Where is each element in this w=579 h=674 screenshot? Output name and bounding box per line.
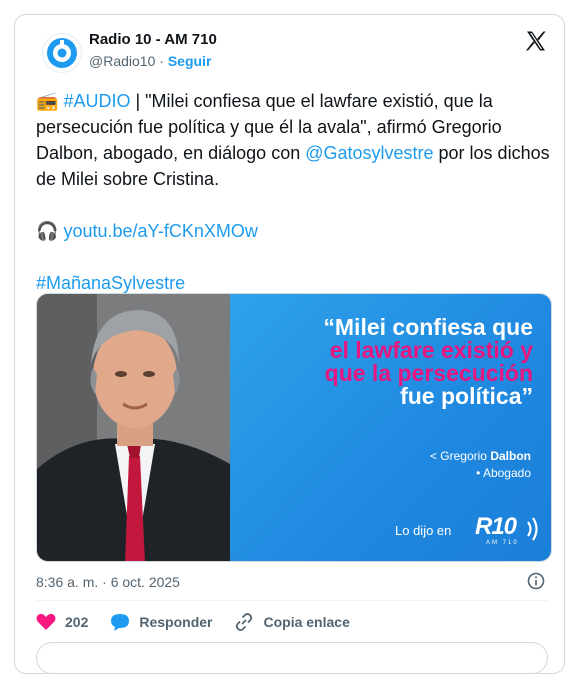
account-handle[interactable]: @Radio10 xyxy=(89,53,155,69)
tweet-text: 📻 #AUDIO | "Milei confiesa que el lawfar… xyxy=(36,88,551,296)
copy-link-button[interactable]: Copia enlace xyxy=(234,612,350,632)
author-surname: Dalbon xyxy=(490,449,531,463)
reply-label: Responder xyxy=(139,614,213,630)
tweet-timestamp[interactable]: 8:36 a. m. · 6 oct. 2025 xyxy=(36,574,180,590)
copy-link-label: Copia enlace xyxy=(263,614,350,630)
quote-line-2: el lawfare existió y xyxy=(329,337,533,363)
headphones-emoji-icon: 🎧 xyxy=(36,221,59,241)
r10-logo-sub: AM 710 xyxy=(486,540,519,546)
broadcast-waves-icon xyxy=(527,517,538,541)
r10-logo: R10 xyxy=(475,513,517,540)
action-bar: 202 Responder Copia enlace xyxy=(36,612,372,632)
quote-text: “Milei confiesa que el lawfare existió y… xyxy=(243,316,533,408)
link-icon xyxy=(236,613,253,631)
read-more-button[interactable] xyxy=(36,642,548,674)
mention-gatosylvestre[interactable]: @Gatosylvestre xyxy=(305,143,433,163)
avatar[interactable] xyxy=(42,33,82,73)
quote-line-3: que la persecución xyxy=(324,360,533,386)
tweet-card: Radio 10 - AM 710 @Radio10 · Seguir 📻 #A… xyxy=(14,14,565,674)
reply-bubble-icon xyxy=(111,614,130,631)
author-prefix: < Gregorio xyxy=(429,449,491,463)
radio-emoji-icon: 📻 xyxy=(36,91,59,111)
tweet-paragraph-1: 📻 #AUDIO | "Milei confiesa que el lawfar… xyxy=(36,88,551,192)
quote-author: < Gregorio Dalbon • Abogado xyxy=(331,448,531,482)
person-photo xyxy=(37,294,230,561)
footer-text: Lo dijo en xyxy=(395,523,452,538)
account-name[interactable]: Radio 10 - AM 710 xyxy=(89,31,217,48)
quote-line-1: “Milei confiesa que xyxy=(323,314,533,340)
author-role: • Abogado xyxy=(476,466,531,480)
reply-button[interactable]: Responder xyxy=(110,613,212,631)
info-icon[interactable] xyxy=(527,572,545,590)
like-button[interactable]: 202 xyxy=(36,613,88,631)
divider xyxy=(36,600,548,601)
hashtag-audio[interactable]: #AUDIO xyxy=(63,91,130,111)
hashtag-show[interactable]: #MañanaSylvestre xyxy=(36,273,185,293)
quote-panel: “Milei confiesa que el lawfare existió y… xyxy=(230,294,551,561)
quote-line-4: fue política” xyxy=(400,383,533,409)
separator: · xyxy=(159,53,164,69)
heart-icon xyxy=(36,613,56,630)
tweet-media-image[interactable]: “Milei confiesa que el lawfare existió y… xyxy=(36,293,552,562)
radio10-logo-icon xyxy=(47,38,77,68)
youtube-link[interactable]: youtu.be/aY-fCKnXMOw xyxy=(63,221,257,241)
tweet-paragraph-2: 🎧 youtu.be/aY-fCKnXMOw xyxy=(36,218,551,244)
handle-row: @Radio10 · Seguir xyxy=(89,53,211,69)
x-logo-icon[interactable] xyxy=(524,29,548,53)
follow-button[interactable]: Seguir xyxy=(168,53,212,69)
like-count: 202 xyxy=(65,614,89,630)
